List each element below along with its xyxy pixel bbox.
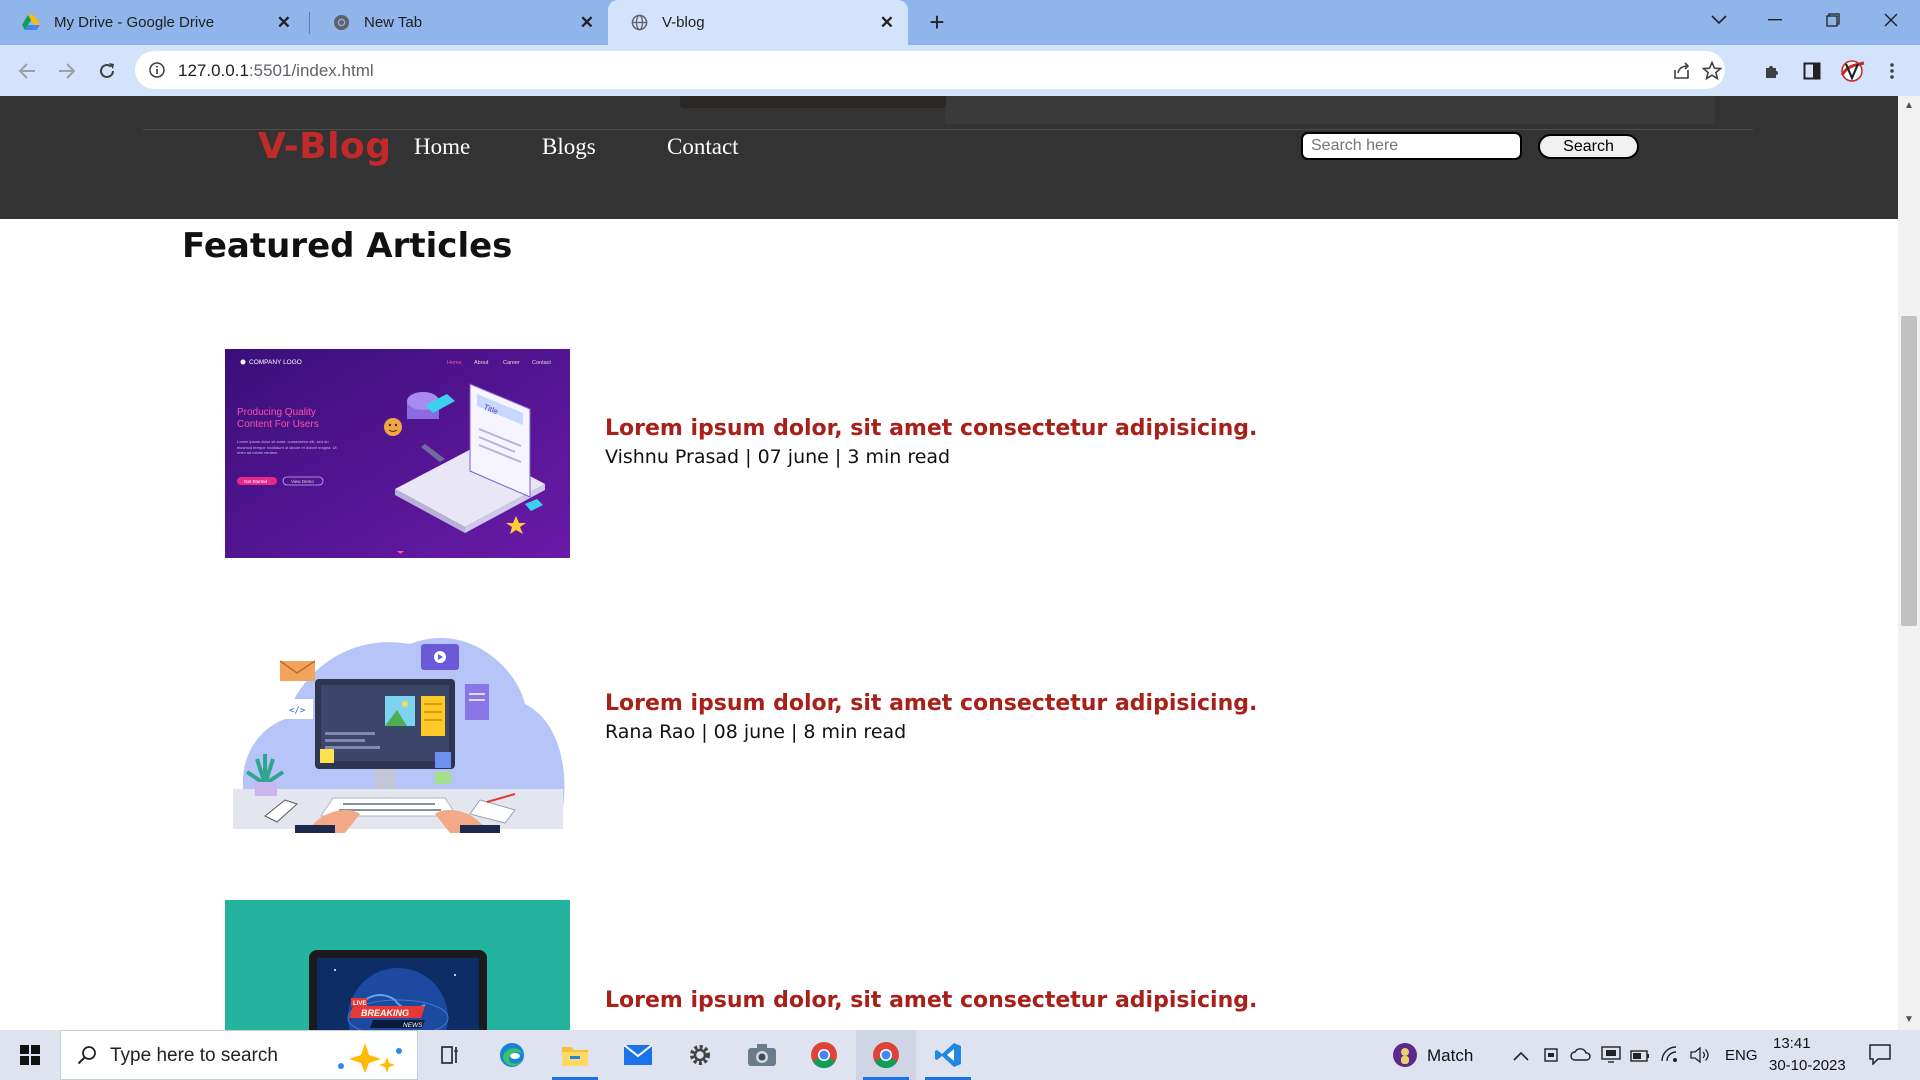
windows-taskbar: Type here to search Match ENG 13:41 30-1… xyxy=(0,1030,1920,1080)
nav-contact-link[interactable]: Contact xyxy=(667,134,739,160)
meet-now-icon[interactable] xyxy=(1543,1045,1559,1068)
edge-icon[interactable] xyxy=(482,1030,542,1080)
search-icon xyxy=(77,1045,97,1070)
scrollbar-thumb[interactable] xyxy=(1901,316,1917,626)
side-panel-icon[interactable] xyxy=(1796,55,1828,87)
weather-label[interactable]: Match xyxy=(1427,1046,1473,1066)
article-card[interactable]: LIVE BREAKING NEWS Lorem ipsum dolor, si… xyxy=(225,900,1525,1030)
scroll-up-arrow-icon[interactable]: ▲ xyxy=(1904,100,1914,111)
new-tab-button[interactable]: + xyxy=(922,7,952,37)
close-tab-icon[interactable]: ✕ xyxy=(277,13,291,33)
notifications-icon[interactable] xyxy=(1868,1043,1892,1070)
chrome-taskbar-icon[interactable] xyxy=(794,1030,854,1080)
section-title: Featured Articles xyxy=(182,226,513,266)
display-icon[interactable] xyxy=(1601,1046,1621,1069)
tab-title: V-blog xyxy=(662,14,705,31)
article-thumbnail-workspace[interactable]: </> xyxy=(225,624,570,833)
thumb-menu-item: About xyxy=(474,360,489,366)
task-view-icon[interactable] xyxy=(420,1030,480,1080)
bookmark-star-icon[interactable] xyxy=(1701,60,1723,81)
page-scrollbar[interactable]: ▲ ▼ xyxy=(1898,96,1920,1030)
close-tab-icon[interactable]: ✕ xyxy=(880,13,894,33)
article-thumbnail-breaking-news[interactable]: LIVE BREAKING NEWS xyxy=(225,900,570,1030)
close-tab-icon[interactable]: ✕ xyxy=(580,13,594,33)
onedrive-cloud-icon[interactable] xyxy=(1570,1047,1592,1066)
minimize-button[interactable] xyxy=(1748,0,1802,40)
thumb-company-logo: COMPANY LOGO xyxy=(249,359,302,366)
tab-search-icon[interactable] xyxy=(1692,0,1746,40)
svg-text:</>: </> xyxy=(289,706,306,716)
mail-icon[interactable] xyxy=(608,1030,668,1080)
chrome-active-taskbar-icon[interactable] xyxy=(856,1030,916,1080)
article-meta: Rana Rao | 08 june | 8 min read xyxy=(605,721,907,743)
clock-time[interactable]: 13:41 xyxy=(1773,1035,1811,1052)
page-viewport: V-Blog Home Blogs Contact Search Feature… xyxy=(0,96,1898,1030)
windows-start-icon[interactable] xyxy=(0,1030,60,1080)
site-logo[interactable]: V-Blog xyxy=(258,126,391,167)
globe-icon xyxy=(630,14,648,32)
google-drive-icon xyxy=(22,14,40,32)
thumb-button: Get Started xyxy=(244,479,268,484)
navbar-shadow xyxy=(945,96,1715,124)
navbar-shadow xyxy=(680,96,946,108)
thumb-button: View Demo xyxy=(291,479,314,484)
restore-button[interactable] xyxy=(1806,0,1860,40)
thumb-headline: Producing Quality Content For Users xyxy=(237,407,319,430)
article-card[interactable]: COMPANY LOGO Home About Career Contact P… xyxy=(225,349,1525,559)
site-search-input[interactable] xyxy=(1301,132,1522,160)
chevron-up-icon[interactable] xyxy=(1513,1048,1529,1066)
tab-title: New Tab xyxy=(364,14,423,31)
profile-avatar-icon[interactable] xyxy=(1836,55,1868,87)
file-explorer-icon[interactable] xyxy=(545,1030,605,1080)
scroll-down-arrow-icon[interactable]: ▼ xyxy=(1904,1014,1914,1025)
share-icon[interactable] xyxy=(1672,61,1692,81)
thumb-menu-item: Contact xyxy=(532,360,551,366)
clock-date[interactable]: 30-10-2023 xyxy=(1769,1057,1846,1074)
extensions-icon[interactable] xyxy=(1756,55,1788,87)
language-indicator[interactable]: ENG xyxy=(1725,1047,1758,1064)
article-title[interactable]: Lorem ipsum dolor, sit amet consectetur … xyxy=(605,416,1257,441)
camera-app-icon[interactable] xyxy=(732,1030,792,1080)
browser-toolbar: 127.0.0.1:5501/index.html xyxy=(0,45,1920,97)
nav-blogs-link[interactable]: Blogs xyxy=(542,134,596,160)
wifi-icon[interactable] xyxy=(1661,1046,1681,1067)
battery-icon[interactable] xyxy=(1630,1049,1650,1067)
chrome-icon xyxy=(332,14,350,32)
nav-home-link[interactable]: Home xyxy=(414,134,470,160)
url-text: 127.0.0.1:5501/index.html xyxy=(178,61,374,80)
article-thumbnail-content-marketing[interactable]: COMPANY LOGO Home About Career Contact P… xyxy=(225,349,570,558)
article-title[interactable]: Lorem ipsum dolor, sit amet consectetur … xyxy=(605,988,1257,1013)
site-navbar: V-Blog Home Blogs Contact Search xyxy=(0,96,1898,219)
address-bar[interactable]: 127.0.0.1:5501/index.html xyxy=(135,51,1725,89)
reload-button[interactable] xyxy=(91,55,123,87)
site-info-icon[interactable] xyxy=(148,61,168,81)
article-meta: Vishnu Prasad | 07 june | 3 min read xyxy=(605,446,951,468)
taskbar-search-box[interactable]: Type here to search xyxy=(60,1030,418,1080)
settings-gear-icon[interactable] xyxy=(670,1030,730,1080)
tab-new-tab[interactable]: New Tab ✕ xyxy=(310,0,608,45)
tab-title: My Drive - Google Drive xyxy=(54,14,215,31)
search-highlight-icon[interactable] xyxy=(329,1039,409,1078)
volume-icon[interactable] xyxy=(1690,1046,1710,1069)
chrome-menu-icon[interactable] xyxy=(1876,55,1908,87)
thumb-breaking-banner: BREAKING xyxy=(361,1008,409,1018)
thumb-menu-item: Home xyxy=(447,360,462,366)
article-card[interactable]: </> Lorem ipsum dolor, sit amet consecte… xyxy=(225,624,1525,834)
close-window-button[interactable] xyxy=(1864,0,1918,40)
thumb-menu-item: Career xyxy=(503,360,520,366)
article-title[interactable]: Lorem ipsum dolor, sit amet consectetur … xyxy=(605,691,1257,716)
back-button[interactable] xyxy=(11,55,43,87)
tab-google-drive[interactable]: My Drive - Google Drive ✕ xyxy=(0,0,305,45)
site-search-button[interactable]: Search xyxy=(1538,134,1639,159)
forward-button[interactable] xyxy=(51,55,83,87)
vscode-icon[interactable] xyxy=(918,1030,978,1080)
weather-icon[interactable] xyxy=(1392,1042,1418,1073)
tab-v-blog[interactable]: V-blog ✕ xyxy=(608,0,908,45)
thumb-body-text: Lorem ipsum dolor sit amet, consectetur … xyxy=(237,439,337,455)
thumb-news-label: NEWS xyxy=(403,1022,423,1029)
taskbar-search-placeholder: Type here to search xyxy=(110,1045,278,1066)
browser-tab-strip: My Drive - Google Drive ✕ New Tab ✕ V-bl… xyxy=(0,0,1920,45)
